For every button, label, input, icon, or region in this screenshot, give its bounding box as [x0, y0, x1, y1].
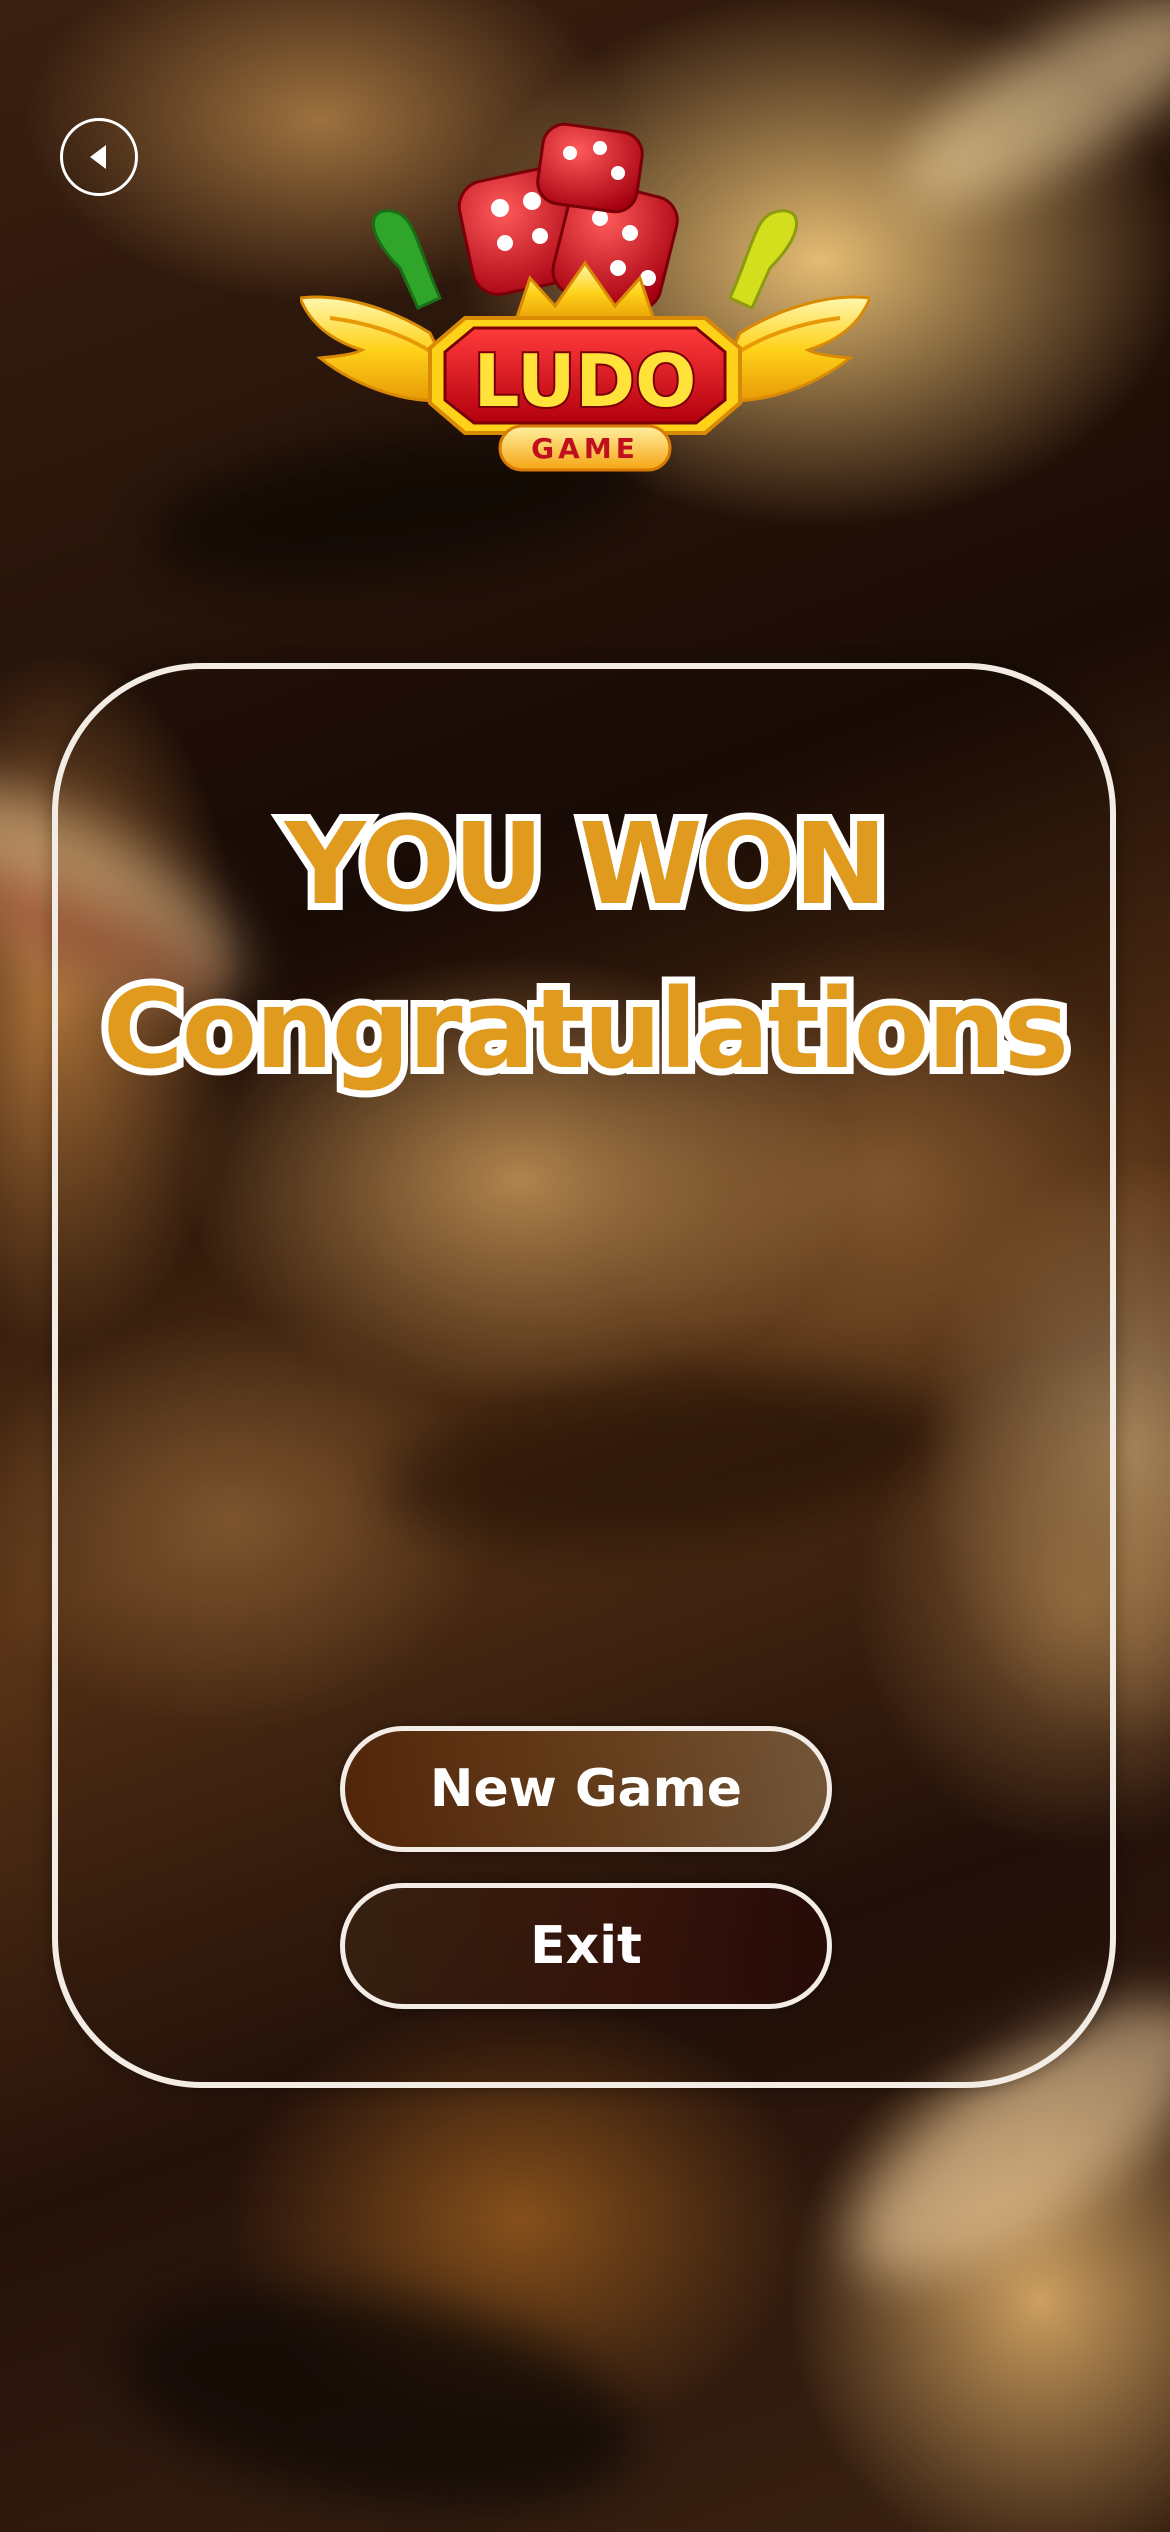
logo-title: LUDO — [474, 339, 697, 423]
new-game-label: New Game — [429, 1759, 743, 1819]
result-headline: YOU WON — [278, 793, 895, 937]
logo-subtitle: GAME — [531, 432, 639, 465]
back-button[interactable] — [60, 118, 138, 196]
exit-button[interactable]: Exit — [340, 1883, 832, 2009]
exit-label: Exit — [530, 1916, 642, 1976]
ludo-game-logo: LUDO GAME — [300, 122, 870, 472]
back-arrow-icon — [90, 145, 106, 169]
result-message: Congratulations — [96, 958, 1076, 1100]
new-game-button[interactable]: New Game — [340, 1726, 832, 1852]
